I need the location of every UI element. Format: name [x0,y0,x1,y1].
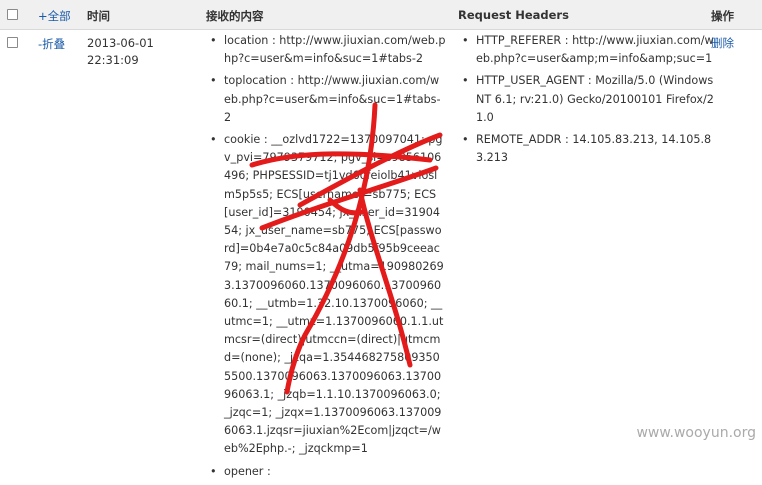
request-headers-list: HTTP_REFERER : http://www.jiuxian.com/we… [460,32,720,171]
list-item-location: location : http://www.jiuxian.com/web.ph… [208,32,446,68]
row-clock: 22:31:09 [87,53,139,67]
operation-column-header: 操作 [711,9,734,23]
fold-link[interactable]: -折叠 [38,36,65,52]
row-time: 2013-06-01 22:31:09 [87,35,202,69]
toggle-all-link[interactable]: +全部 [38,8,71,24]
received-content-list: location : http://www.jiuxian.com/web.ph… [208,32,446,485]
time-column-header: 时间 [87,9,110,23]
row-date: 2013-06-01 [87,36,154,50]
list-item-user-agent: HTTP_USER_AGENT : Mozilla/5.0 (Windows N… [460,72,720,127]
delete-link[interactable]: 删除 [711,35,734,51]
select-all-checkbox[interactable] [7,9,18,20]
watermark: www.wooyun.org [636,425,756,441]
list-item-toplocation: toplocation : http://www.jiuxian.com/web… [208,72,446,127]
request-headers-column-header: Request Headers [458,8,569,22]
row-checkbox[interactable] [7,37,18,48]
list-item-cookie: cookie : __ozlvd1722=1370097041; pgv_pvi… [208,131,446,459]
content-column-header: 接收的内容 [206,9,264,23]
list-item-http-referer: HTTP_REFERER : http://www.jiuxian.com/we… [460,32,720,68]
table-header: +全部 时间 接收的内容 Request Headers 操作 [0,0,762,30]
list-item-opener: opener : [208,463,446,481]
list-item-remote-addr: REMOTE_ADDR : 14.105.83.213, 14.105.83.2… [460,131,720,167]
